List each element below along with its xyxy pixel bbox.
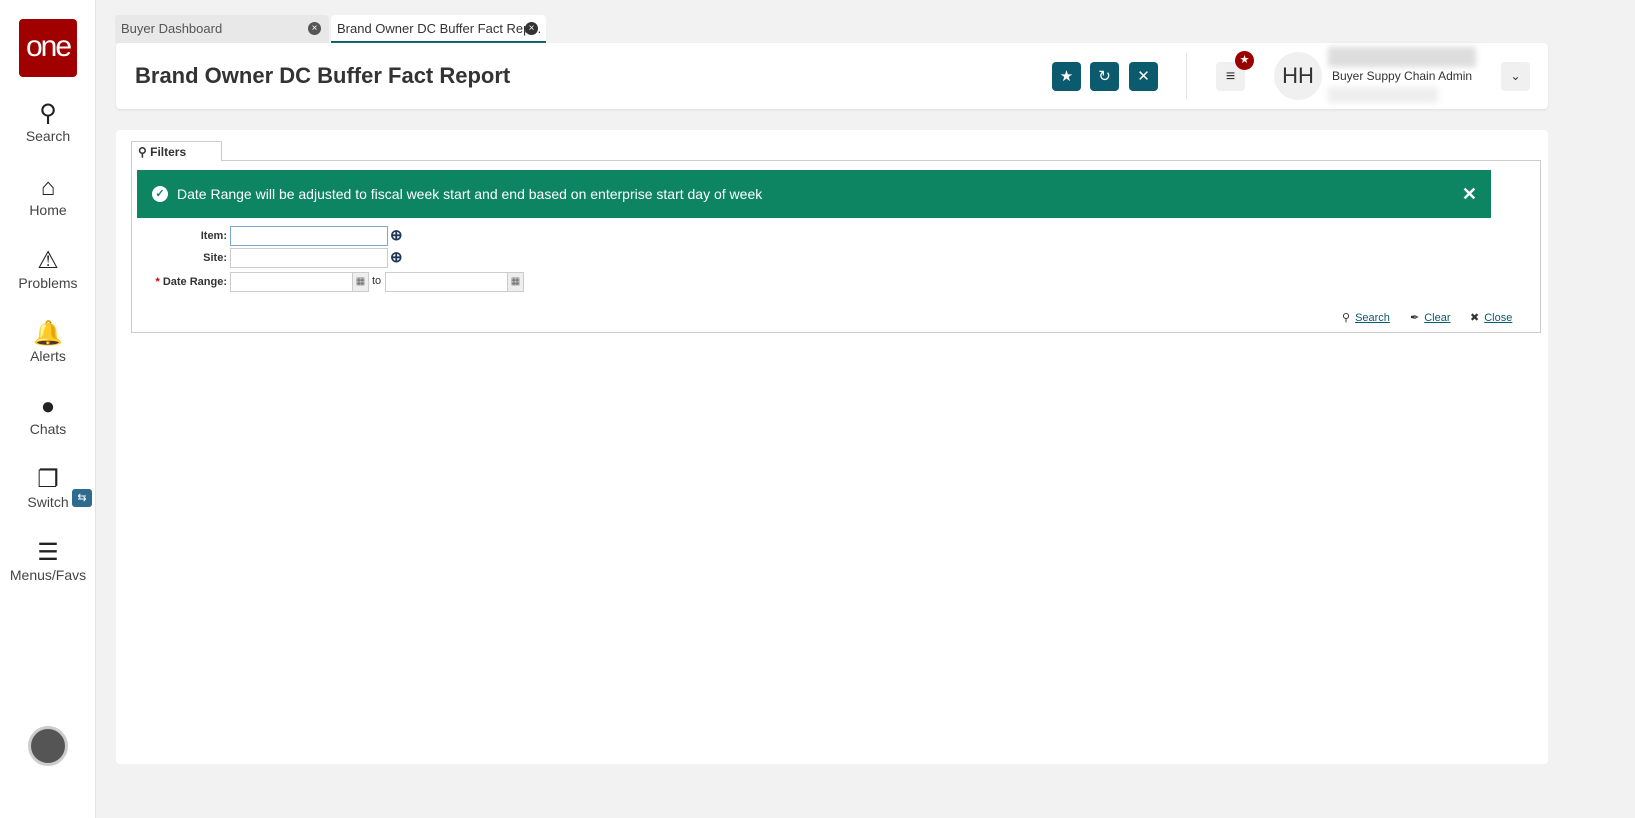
info-banner: ✓ Date Range will be adjusted to fiscal … <box>137 170 1491 218</box>
switch-badge-icon: ⇆ <box>72 489 92 507</box>
date-to-input[interactable]: ▦ <box>385 272 524 292</box>
zoom-in-icon[interactable]: ⊕ <box>390 248 403 266</box>
sidebar-item-label: Chats <box>29 421 67 437</box>
link-label: Search <box>1355 312 1390 324</box>
site-input[interactable] <box>230 248 388 268</box>
sidebar-item-problems[interactable]: ⚠ Problems <box>0 247 96 291</box>
link-label: Close <box>1484 312 1513 324</box>
refresh-button[interactable]: ↻ <box>1090 62 1119 91</box>
sidebar-item-label: Home <box>29 202 67 218</box>
close-link[interactable]: ✖ Close <box>1470 311 1512 324</box>
link-label: Clear <box>1424 312 1451 324</box>
chevron-down-icon[interactable]: ⌄ <box>1501 62 1530 91</box>
calendar-icon[interactable]: ▦ <box>507 273 523 291</box>
assistant-avatar[interactable] <box>28 726 68 766</box>
broom-icon: ✒ <box>1410 312 1420 324</box>
close-button[interactable]: ✕ <box>1129 62 1158 91</box>
sidebar-item-label: Switch <box>27 494 69 510</box>
tab-brand-owner-report[interactable]: Brand Owner DC Buffer Fact Rep... × <box>331 15 546 43</box>
user-role: Buyer Suppy Chain Admin <box>1332 69 1473 83</box>
star-badge-icon: ★ <box>1235 51 1254 70</box>
redacted-name <box>1328 47 1476 67</box>
calendar-icon[interactable]: ▦ <box>352 273 368 291</box>
close-tab-icon[interactable]: × <box>525 22 538 35</box>
item-label: Item: <box>200 230 227 242</box>
tab-filters[interactable]: ⚲ Filters <box>131 141 222 161</box>
date-range-label: Date Range: <box>162 276 227 288</box>
tab-label: Filters <box>150 145 187 159</box>
page-title: Brand Owner DC Buffer Fact Report <box>135 63 511 88</box>
content-panel: ⚲ Filters ✓ Date Range will be adjusted … <box>116 130 1548 764</box>
sidebar-item-label: Menus/Favs <box>9 567 87 583</box>
sidebar-item-alerts[interactable]: 🔔 Alerts <box>0 320 96 364</box>
redacted-org <box>1328 87 1438 103</box>
sidebar-item-home[interactable]: ⌂ Home <box>0 174 96 218</box>
required-mark: * <box>155 276 160 288</box>
close-tab-icon[interactable]: × <box>308 22 321 35</box>
chat-icon: ● <box>40 393 56 420</box>
sidebar: one ⚲ Search ⌂ Home ⚠ Problems 🔔 Alerts ● Cha… <box>0 0 96 818</box>
warning-icon: ⚠ <box>37 247 59 274</box>
tab-label: Buyer Dashboard <box>121 21 223 36</box>
divider <box>1186 53 1187 99</box>
to-label: to <box>372 275 382 287</box>
sidebar-item-menus[interactable]: ☰ Menus/Favs <box>0 539 96 583</box>
search-icon: ⚲ <box>39 100 57 127</box>
bell-icon: 🔔 <box>33 320 63 347</box>
filters-box: ✓ Date Range will be adjusted to fiscal … <box>131 160 1541 333</box>
site-label: Site: <box>203 252 227 264</box>
tab-buyer-dashboard[interactable]: Buyer Dashboard × <box>115 15 329 43</box>
sidebar-item-label: Problems <box>18 275 78 291</box>
home-icon: ⌂ <box>40 174 56 201</box>
search-link[interactable]: ⚲ Search <box>1342 311 1390 324</box>
banner-text: Date Range will be adjusted to fiscal we… <box>177 186 763 202</box>
zoom-in-icon[interactable]: ⊕ <box>390 226 403 244</box>
clear-link[interactable]: ✒ Clear <box>1410 311 1451 324</box>
check-circle-icon: ✓ <box>152 186 168 202</box>
app-logo[interactable]: one <box>19 19 77 77</box>
sidebar-item-label: Alerts <box>30 348 66 364</box>
item-input[interactable] <box>230 226 388 246</box>
search-icon: ⚲ <box>1342 312 1351 324</box>
tab-label: Brand Owner DC Buffer Fact Rep... <box>337 21 542 36</box>
sidebar-item-chats[interactable]: ● Chats <box>0 393 96 437</box>
search-icon: ⚲ <box>138 145 151 159</box>
favorite-button[interactable]: ★ <box>1052 62 1081 91</box>
sidebar-item-label: Search <box>25 128 71 144</box>
sidebar-item-search[interactable]: ⚲ Search <box>0 100 96 144</box>
hamburger-icon: ☰ <box>37 539 59 566</box>
page-header: Brand Owner DC Buffer Fact Report ★ ↻ ✕ … <box>116 43 1548 109</box>
close-icon: ✖ <box>1470 312 1480 324</box>
avatar[interactable]: HH <box>1274 52 1322 100</box>
date-from-input[interactable]: ▦ <box>230 272 369 292</box>
close-banner-icon[interactable]: ✕ <box>1462 170 1477 218</box>
